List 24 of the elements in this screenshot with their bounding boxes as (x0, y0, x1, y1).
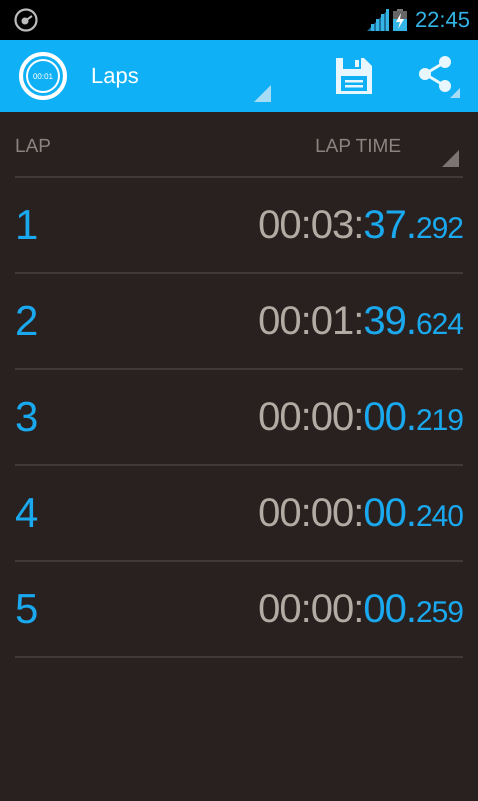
lap-number: 5 (15, 585, 38, 633)
sort-corner-icon (442, 150, 459, 167)
column-header: LAP (15, 136, 51, 158)
share-button[interactable] (416, 54, 460, 98)
lap-time: 00:00:00.219 (258, 394, 463, 440)
lap-time: 00:00:00.259 (258, 586, 463, 632)
save-button[interactable] (336, 58, 372, 94)
lap-number: 1 (15, 201, 38, 249)
signal-icon (366, 9, 389, 31)
title-dropdown[interactable]: Laps (91, 63, 139, 89)
lap-number: 2 (15, 297, 38, 345)
lap-time: 00:01:39.624 (258, 298, 463, 344)
status-time: 22:45 (414, 7, 470, 33)
save-icon (336, 58, 372, 94)
stopwatch-icon (13, 7, 39, 33)
lap-time: 00:03:37.292 (258, 202, 463, 248)
share-icon (416, 54, 460, 98)
battery-charging-icon (392, 9, 407, 31)
column-header[interactable]: LAP TIME (315, 136, 401, 158)
lap-number: 3 (15, 393, 38, 441)
lap-time: 00:00:00.240 (258, 490, 463, 536)
app-logo[interactable]: 00:01 (19, 52, 67, 100)
lap-number: 4 (15, 489, 38, 537)
dropdown-corner-icon (254, 85, 271, 102)
